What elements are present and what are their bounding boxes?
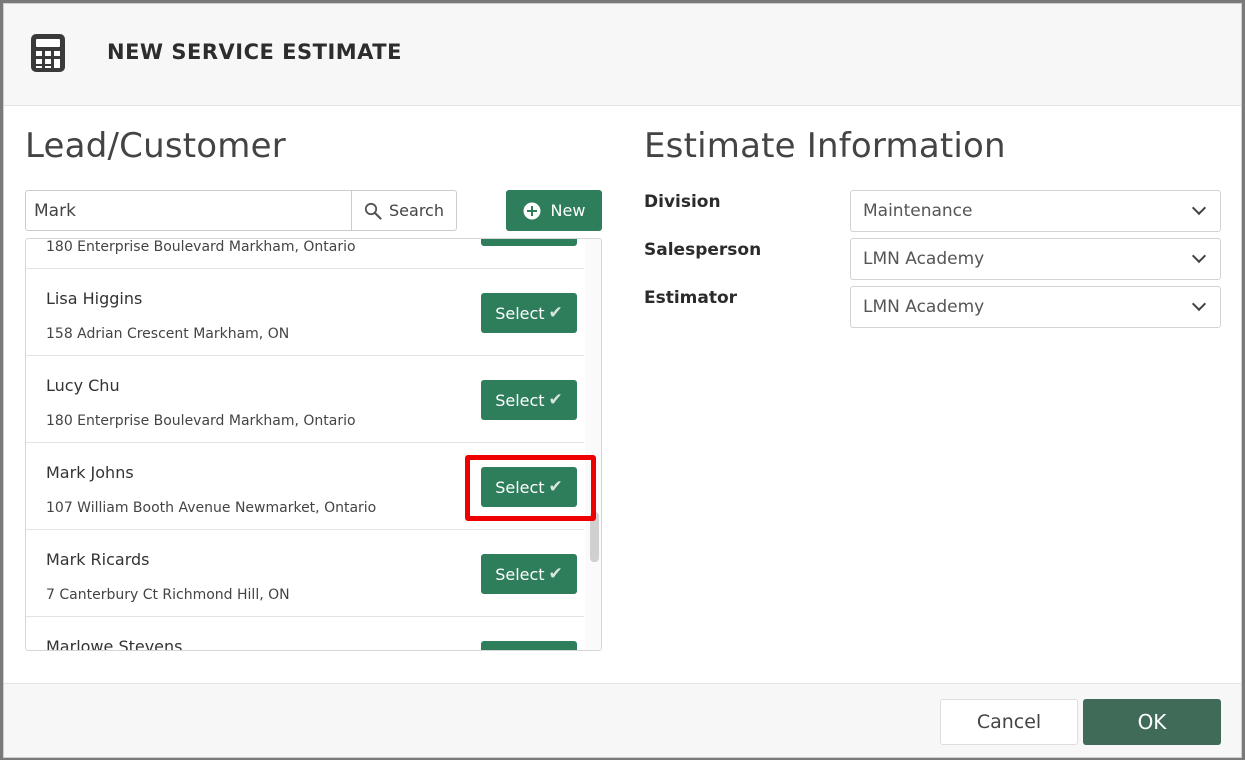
select-label: Select (495, 390, 545, 410)
salesperson-label: Salesperson (644, 240, 762, 260)
customer-name: Lisa Higgins (46, 289, 143, 308)
list-item: Lisa Higgins 158 Adrian Crescent Markham… (26, 269, 584, 356)
chevron-down-icon (1191, 200, 1207, 216)
dialog-title: NEW SERVICE ESTIMATE (107, 40, 402, 64)
new-button-label: New (550, 201, 586, 220)
estimate-information-heading: Estimate Information (644, 126, 1006, 166)
customer-name: Marlowe Stevens (46, 637, 183, 651)
ok-button[interactable]: OK (1083, 699, 1221, 745)
lead-customer-heading: Lead/Customer (25, 126, 286, 166)
new-customer-button[interactable]: New (506, 190, 602, 231)
select-button[interactable]: Select✔ (481, 293, 577, 333)
select-button[interactable]: Select✔ (481, 380, 577, 420)
customer-list[interactable]: 180 Enterprise Boulevard Markham, Ontari… (25, 238, 602, 651)
customer-address: 7 Canterbury Ct Richmond Hill, ON (46, 587, 290, 603)
customer-address: 107 William Booth Avenue Newmarket, Onta… (46, 500, 377, 516)
dialog-header: NEW SERVICE ESTIMATE (4, 4, 1241, 106)
select-button[interactable]: Select✔ (481, 239, 577, 246)
division-label: Division (644, 192, 721, 212)
salesperson-value: LMN Academy (863, 249, 985, 269)
select-button[interactable]: Select✔ (481, 554, 577, 594)
estimator-label: Estimator (644, 288, 738, 308)
new-service-estimate-dialog: NEW SERVICE ESTIMATE Lead/Customer Searc… (3, 3, 1242, 758)
calculator-icon (31, 34, 65, 72)
list-scrollbar[interactable] (585, 239, 601, 650)
list-item: Mark Johns 107 William Booth Avenue Newm… (26, 443, 584, 530)
customer-address: 158 Adrian Crescent Markham, ON (46, 326, 290, 342)
customer-address: 180 Enterprise Boulevard Markham, Ontari… (46, 413, 356, 429)
customer-name: Mark Johns (46, 463, 134, 482)
select-button-mark-johns[interactable]: Select ✔ (481, 467, 577, 507)
division-select[interactable]: Maintenance (850, 190, 1221, 232)
dialog-footer: Cancel OK (4, 683, 1241, 757)
select-label: Select (495, 303, 545, 323)
plus-circle-icon (523, 202, 541, 219)
list-item: Lucy Chu 180 Enterprise Boulevard Markha… (26, 356, 584, 443)
checkmark-icon: ✔ (548, 390, 563, 410)
estimator-value: LMN Academy (863, 297, 985, 317)
list-item: Marlowe Stevens Select✔ (26, 617, 584, 651)
checkmark-icon: ✔ (548, 564, 563, 584)
search-button-label: Search (389, 201, 444, 220)
select-label: Select (495, 564, 545, 584)
cancel-button[interactable]: Cancel (940, 699, 1078, 745)
customer-name: Mark Ricards (46, 550, 150, 569)
list-item: 180 Enterprise Boulevard Markham, Ontari… (26, 239, 584, 269)
checkmark-icon: ✔ (548, 303, 563, 323)
select-label: Select (495, 477, 545, 497)
scrollbar-thumb[interactable] (590, 512, 599, 562)
select-button[interactable]: Select✔ (481, 641, 577, 650)
checkmark-icon: ✔ (548, 477, 563, 497)
customer-name: Lucy Chu (46, 376, 120, 395)
customer-search-input[interactable] (25, 190, 351, 231)
search-button[interactable]: Search (351, 190, 457, 231)
chevron-down-icon (1191, 296, 1207, 312)
estimator-select[interactable]: LMN Academy (850, 286, 1221, 328)
search-icon (364, 202, 382, 220)
division-value: Maintenance (863, 201, 973, 221)
salesperson-select[interactable]: LMN Academy (850, 238, 1221, 280)
list-item: Mark Ricards 7 Canterbury Ct Richmond Hi… (26, 530, 584, 617)
customer-address: 180 Enterprise Boulevard Markham, Ontari… (46, 239, 356, 255)
chevron-down-icon (1191, 248, 1207, 264)
